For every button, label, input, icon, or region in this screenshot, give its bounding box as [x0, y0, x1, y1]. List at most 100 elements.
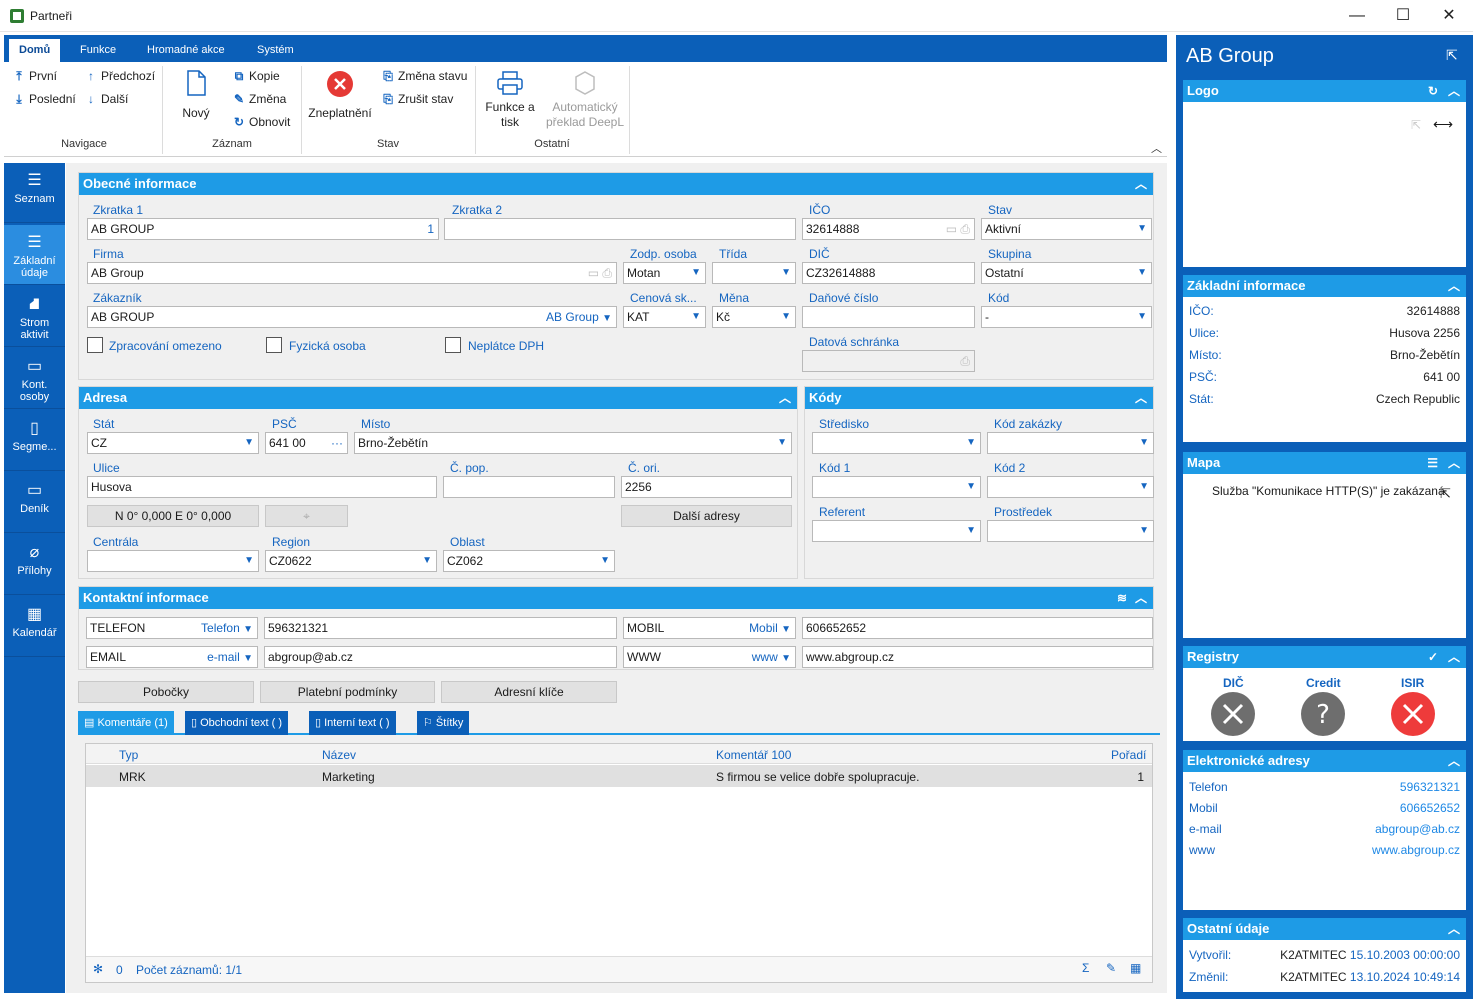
oblast-select[interactable]: CZ062 ▼	[443, 550, 615, 572]
referent-select[interactable]: ▼	[812, 520, 981, 542]
fyzicka-osoba-checkbox[interactable]	[266, 337, 282, 353]
cenova-select[interactable]: KAT ▼	[623, 306, 706, 328]
kod-select[interactable]: - ▼	[981, 306, 1152, 328]
change-state-button[interactable]: ⎘ Změna stavu	[381, 69, 467, 84]
nav-zakladni-udaje[interactable]: ☰ Základní údaje	[4, 225, 65, 285]
tab-system[interactable]: Systém	[247, 39, 304, 62]
branches-button[interactable]: Pobočky	[78, 681, 254, 703]
email-link[interactable]: abgroup@ab.cz	[1375, 822, 1460, 836]
column-komentar[interactable]: Komentář 100	[716, 748, 791, 762]
contact-type-select[interactable]: MOBIL Mobil ▼	[623, 617, 796, 639]
ico-field[interactable]: 32614888 ▭ ⎙	[802, 218, 975, 240]
map-pin-button[interactable]: ⌖	[265, 505, 348, 527]
contact-type-select[interactable]: EMAIL e-mail ▼	[86, 646, 258, 668]
tab-business-text[interactable]: ▯ Obchodní text ( )	[185, 711, 289, 735]
kod2-select[interactable]: ▼	[987, 476, 1154, 498]
region-select[interactable]: CZ0622 ▼	[265, 550, 437, 572]
list-icon[interactable]: ☰	[1427, 452, 1438, 474]
contact-value-field[interactable]: 596321321	[264, 617, 617, 639]
column-typ[interactable]: Typ	[119, 748, 138, 762]
collapse-ribbon-icon[interactable]: ︿	[1151, 140, 1162, 156]
trida-select[interactable]: ▼	[712, 262, 796, 284]
change-button[interactable]: ✎ Změna	[232, 92, 286, 106]
gps-button[interactable]: N 0° 0,000 E 0° 0,000	[87, 505, 259, 527]
copy-button[interactable]: ⧉ Kopie	[232, 69, 280, 84]
collapse-icon[interactable]: ︿	[1448, 918, 1460, 940]
deepl-translate-button[interactable]: Automatický překlad DeepL	[543, 70, 627, 130]
new-button[interactable]: Nový	[174, 70, 218, 121]
external-link-icon[interactable]: ⇱	[1411, 118, 1421, 132]
close-window-button[interactable]: ✕	[1437, 6, 1461, 26]
nav-prilohy[interactable]: ⌀ Přílohy	[4, 535, 65, 595]
first-button[interactable]: ⤒ První	[12, 69, 57, 84]
centrala-select[interactable]: ▼	[87, 550, 259, 572]
collapse-icon[interactable]: ︿	[1135, 587, 1147, 609]
collapse-icon[interactable]: ︿	[1448, 275, 1460, 297]
tab-internal-text[interactable]: ▯ Interní text ( )	[309, 711, 396, 735]
cori-field[interactable]: 2256	[621, 476, 792, 498]
cpop-field[interactable]	[443, 476, 615, 498]
pop-out-icon[interactable]: ⇱	[1446, 47, 1458, 64]
refresh-button[interactable]: ↻ Obnovit	[232, 115, 290, 129]
misto-select[interactable]: Brno-Žebětín ▼	[354, 432, 792, 454]
nav-denik[interactable]: ▭ Deník	[4, 473, 65, 533]
check-circle-icon[interactable]: ✓	[1428, 646, 1438, 668]
collapse-icon[interactable]: ︿	[1135, 173, 1147, 195]
refresh-icon[interactable]: ↻	[1428, 80, 1438, 102]
collapse-icon[interactable]: ︿	[1448, 750, 1460, 772]
filter-icon[interactable]: ✻	[93, 962, 103, 976]
danove-field[interactable]	[802, 306, 975, 328]
contact-type-select[interactable]: WWW www ▼	[623, 646, 796, 668]
dic-field[interactable]: CZ32614888	[802, 262, 975, 284]
invalidate-button[interactable]: Zneplatnění	[306, 70, 374, 121]
registry-credit-status-icon[interactable]: ?	[1301, 692, 1345, 736]
datova-field[interactable]: ⎙	[802, 350, 975, 372]
skupina-select[interactable]: Ostatní ▼	[981, 262, 1152, 284]
ulice-field[interactable]: Husova	[87, 476, 437, 498]
fit-width-icon[interactable]: ⟷	[1433, 116, 1453, 133]
maximize-button[interactable]: ☐	[1391, 6, 1415, 26]
table-row[interactable]: MRK Marketing S firmou se velice dobře s…	[86, 765, 1152, 787]
collapse-icon[interactable]: ︿	[1135, 387, 1147, 409]
sum-icon[interactable]: Σ	[1082, 961, 1089, 975]
prostredek-select[interactable]: ▼	[987, 520, 1154, 542]
nav-kontaktni-osoby[interactable]: ▭ Kont. osoby	[4, 349, 65, 409]
registry-dic-status-icon[interactable]	[1211, 692, 1255, 736]
nav-kalendar[interactable]: ▦ Kalendář	[4, 597, 65, 657]
firma-field[interactable]: AB Group ▭ ⎙	[87, 262, 617, 284]
stat-select[interactable]: CZ ▼	[87, 432, 259, 454]
zkratka2-field[interactable]	[444, 218, 796, 240]
tab-hromadne-akce[interactable]: Hromadné akce	[137, 39, 235, 62]
ellipsis-icon[interactable]: ···	[331, 433, 343, 453]
layers-icon[interactable]: ≋	[1117, 587, 1127, 609]
stav-select[interactable]: Aktivní ▼	[981, 218, 1152, 240]
external-link-icon[interactable]: ⇱	[1440, 486, 1451, 502]
phone-link[interactable]: 596321321	[1400, 780, 1460, 794]
collapse-icon[interactable]: ︿	[1448, 646, 1460, 668]
stredisko-select[interactable]: ▼	[812, 432, 981, 454]
nav-strom-aktivit[interactable]: ⛘ Strom aktivit	[4, 287, 65, 347]
contact-value-field[interactable]: 606652652	[802, 617, 1153, 639]
collapse-icon[interactable]: ︿	[1448, 452, 1460, 474]
registry-isir-status-icon[interactable]	[1391, 692, 1435, 736]
column-poradi[interactable]: Pořadí	[1111, 748, 1146, 762]
last-button[interactable]: ⤓ Poslední	[12, 92, 75, 107]
zkratka1-field[interactable]: AB GROUP 1	[87, 218, 439, 240]
tab-comments[interactable]: ▤ Komentáře (1)	[78, 711, 174, 735]
kod1-select[interactable]: ▼	[812, 476, 981, 498]
tab-tags[interactable]: ⚐ Štítky	[417, 711, 470, 735]
zpracovani-checkbox[interactable]	[87, 337, 103, 353]
kod-zakazky-select[interactable]: ▼	[987, 432, 1154, 454]
zodp-select[interactable]: Motan ▼	[623, 262, 706, 284]
next-button[interactable]: ↓ Další	[84, 92, 128, 106]
print-functions-button[interactable]: Funkce a tisk	[480, 70, 540, 130]
tab-funkce[interactable]: Funkce	[70, 39, 126, 62]
payment-terms-button[interactable]: Platební podmínky	[260, 681, 435, 703]
cancel-state-button[interactable]: ⎘ Zrušit stav	[381, 92, 453, 107]
minimize-button[interactable]: —	[1345, 6, 1369, 26]
lookup-icon[interactable]: ▭ ⎙	[946, 219, 970, 239]
more-addresses-button[interactable]: Další adresy	[621, 505, 792, 527]
address-keys-button[interactable]: Adresní klíče	[441, 681, 617, 703]
previous-button[interactable]: ↑ Předchozí	[84, 69, 155, 83]
tab-domu[interactable]: Domů	[9, 39, 61, 62]
